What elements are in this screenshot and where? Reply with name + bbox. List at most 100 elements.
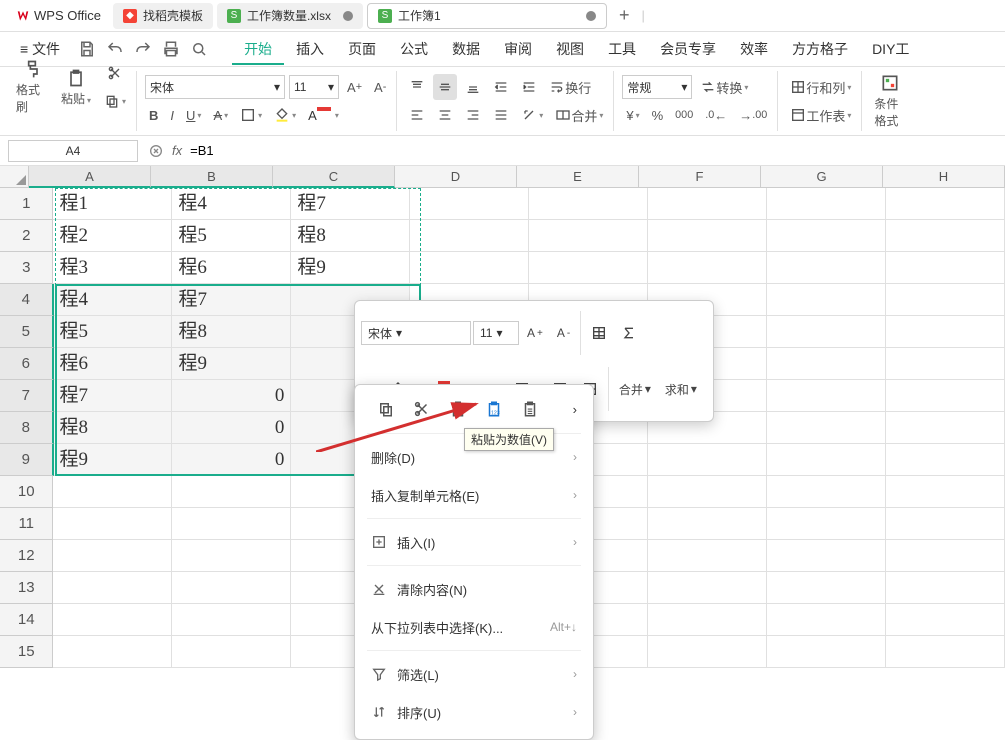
save-icon[interactable] [78, 40, 96, 58]
col-header[interactable]: F [639, 166, 761, 188]
cell[interactable] [648, 188, 767, 220]
border-button[interactable]: ▾ [236, 102, 266, 128]
ctx-item-3[interactable]: 清除内容(N) [355, 570, 593, 608]
tab-workbook-count[interactable]: S 工作簿数量.xlsx [217, 3, 363, 29]
cell[interactable]: 程1 [53, 188, 172, 220]
ctx-item-1[interactable]: 插入复制单元格(E)› [355, 476, 593, 514]
cell[interactable]: 程2 [53, 220, 172, 252]
mini-table-icon[interactable] [585, 320, 613, 346]
format-painter-button[interactable]: 格式刷 [12, 59, 52, 115]
cell[interactable]: 程7 [172, 284, 291, 316]
cell[interactable] [648, 220, 767, 252]
cell[interactable] [648, 572, 767, 604]
number-format-select[interactable]: 常规▾ [622, 75, 692, 99]
ctx-item-4[interactable]: 从下拉列表中选择(K)...Alt+↓ [355, 608, 593, 646]
mini-size-select[interactable]: 11▾ [473, 321, 519, 345]
cancel-icon[interactable] [148, 143, 164, 159]
cell[interactable]: 程8 [54, 412, 173, 444]
wrap-text-button[interactable]: 换行 [545, 74, 595, 100]
cell[interactable] [172, 636, 291, 668]
ctx-item-2[interactable]: 插入(I)› [355, 523, 593, 561]
cell[interactable] [886, 252, 1005, 284]
ctx-cut-icon[interactable] [407, 395, 437, 423]
currency-icon[interactable]: ¥▾ [622, 102, 643, 128]
increase-font-icon[interactable]: A+ [343, 74, 366, 100]
row-header[interactable]: 5 [0, 316, 54, 348]
formula-input[interactable] [190, 143, 997, 158]
cell[interactable]: 0 [172, 380, 291, 412]
copy-button[interactable]: ▾ [100, 88, 130, 114]
cell[interactable]: 0 [172, 412, 291, 444]
decrease-indent-icon[interactable] [489, 74, 513, 100]
worksheet-button[interactable]: 工作表▾ [786, 102, 855, 128]
tab-workbook1[interactable]: S 工作簿1 [367, 3, 607, 29]
menu-5[interactable]: 审阅 [492, 35, 544, 63]
cell[interactable] [886, 604, 1005, 636]
ctx-paste-icon[interactable] [443, 395, 473, 423]
row-header[interactable]: 9 [0, 444, 54, 476]
ctx-item-5[interactable]: 筛选(L)› [355, 655, 593, 693]
mini-grow-font-icon[interactable]: A+ [521, 320, 549, 346]
col-header[interactable]: C [273, 166, 395, 188]
cell[interactable] [886, 412, 1005, 444]
cell[interactable] [410, 188, 529, 220]
ctx-copy-icon[interactable] [371, 395, 401, 423]
cell[interactable] [886, 380, 1005, 412]
chevron-right-icon[interactable]: › [573, 402, 577, 417]
menu-9[interactable]: 效率 [728, 35, 780, 63]
align-left-icon[interactable] [405, 102, 429, 128]
cell[interactable]: 程9 [291, 252, 410, 284]
cut-button[interactable] [100, 60, 130, 86]
mini-autosum-button[interactable]: 求和▾ [659, 376, 703, 402]
cell[interactable]: 程8 [172, 316, 291, 348]
decrease-font-icon[interactable]: A- [370, 74, 390, 100]
orientation-icon[interactable]: ▾ [517, 102, 547, 128]
cell[interactable] [648, 444, 767, 476]
menu-1[interactable]: 插入 [284, 35, 336, 63]
cell[interactable] [886, 316, 1005, 348]
row-header[interactable]: 3 [0, 252, 53, 284]
mini-sum-icon[interactable] [615, 320, 643, 346]
cell[interactable] [767, 316, 886, 348]
cell[interactable]: 程5 [172, 220, 291, 252]
convert-button[interactable]: 转换▾ [696, 74, 752, 100]
cell[interactable] [172, 572, 291, 604]
menu-2[interactable]: 页面 [336, 35, 388, 63]
merge-button[interactable]: 合并▾ [551, 102, 607, 128]
print-icon[interactable] [162, 40, 180, 58]
redo-icon[interactable] [134, 40, 152, 58]
fx-icon[interactable]: fx [172, 143, 182, 158]
cell[interactable] [53, 540, 172, 572]
row-header[interactable]: 7 [0, 380, 54, 412]
ctx-paste-special-icon[interactable] [515, 395, 545, 423]
align-right-icon[interactable] [461, 102, 485, 128]
cell[interactable] [886, 508, 1005, 540]
cell[interactable] [767, 604, 886, 636]
menu-8[interactable]: 会员专享 [648, 35, 728, 63]
row-header[interactable]: 6 [0, 348, 54, 380]
cell[interactable] [767, 252, 886, 284]
cell[interactable] [648, 476, 767, 508]
cell[interactable]: 程5 [54, 316, 173, 348]
cell[interactable] [767, 380, 886, 412]
col-header[interactable]: A [29, 166, 151, 188]
decrease-decimal-icon[interactable]: .0← [701, 102, 731, 128]
cell[interactable] [53, 476, 172, 508]
cell[interactable]: 0 [172, 444, 291, 476]
strikethrough-button[interactable]: A▾ [209, 102, 232, 128]
cell[interactable]: 程6 [54, 348, 173, 380]
cell[interactable] [886, 348, 1005, 380]
menu-3[interactable]: 公式 [388, 35, 440, 63]
cell[interactable]: 程9 [54, 444, 173, 476]
menu-10[interactable]: 方方格子 [780, 35, 860, 63]
align-middle-icon[interactable] [433, 74, 457, 100]
menu-0[interactable]: 开始 [232, 35, 284, 65]
select-all-corner[interactable] [0, 166, 29, 188]
print-preview-icon[interactable] [190, 40, 208, 58]
cell[interactable]: 程8 [291, 220, 410, 252]
row-header[interactable]: 1 [0, 188, 53, 220]
row-header[interactable]: 4 [0, 284, 54, 316]
cell[interactable] [410, 252, 529, 284]
row-header[interactable]: 8 [0, 412, 54, 444]
cell[interactable] [886, 572, 1005, 604]
